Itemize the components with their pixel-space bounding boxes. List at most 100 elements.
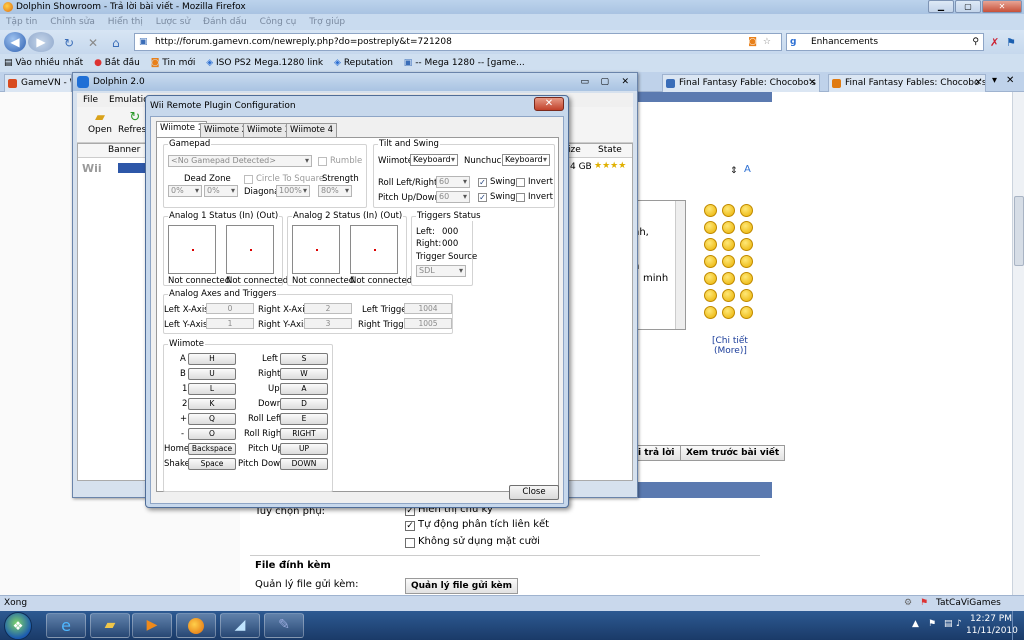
tray-volume-icon[interactable]: ♪ <box>956 619 962 629</box>
col-banner[interactable]: Banner <box>108 145 140 155</box>
smiley-icon[interactable] <box>722 238 735 251</box>
close-window-button[interactable]: ✕ <box>982 0 1022 13</box>
disable-smilies-checkbox[interactable] <box>405 538 415 548</box>
addon-icon[interactable]: ✗ <box>990 36 999 49</box>
addon2-icon[interactable]: ⚑ <box>1006 36 1016 49</box>
dolphin-close-button[interactable]: ✕ <box>621 73 629 91</box>
close-button[interactable]: Close <box>509 485 559 500</box>
bookmark-getting-started[interactable]: ● Bắt đầu <box>94 54 140 72</box>
smiley-icon[interactable] <box>740 289 753 302</box>
right-trigger-field[interactable]: 1005 <box>404 318 452 329</box>
smiley-icon[interactable] <box>740 204 753 217</box>
smiley-icon[interactable] <box>740 272 753 285</box>
key-1-button[interactable]: L <box>188 383 236 395</box>
bookmark-mega[interactable]: ▣ -- Mega 1280 -- [game... <box>404 54 525 72</box>
parse-links-checkbox[interactable]: ✓ <box>405 521 415 531</box>
tilt-wiimote-select[interactable]: Keyboard <box>410 154 458 166</box>
left-x-axis-field[interactable]: 0 <box>206 303 254 314</box>
rss-icon[interactable]: ◙ <box>748 34 757 50</box>
clock-time[interactable]: 12:27 PM <box>970 614 1012 624</box>
smiley-icon[interactable] <box>740 255 753 268</box>
tab-ff-fables-2[interactable]: Final Fantasy Fables: Chocobo's ... ✕ <box>828 74 986 92</box>
tab-ff-fable-1[interactable]: Final Fantasy Fable: Chocobo's ... ✕ <box>662 74 820 92</box>
key-up-button[interactable]: A <box>280 383 328 395</box>
key-a-button[interactable]: H <box>188 353 236 365</box>
pitch-swing-checkbox[interactable]: ✓ <box>478 193 487 202</box>
strength-select[interactable]: 80% <box>318 185 352 197</box>
bookmark-reputation[interactable]: ◈ Reputation <box>334 54 393 72</box>
back-button[interactable]: ◀ <box>4 32 26 52</box>
dolphin-maximize-button[interactable]: ▢ <box>600 73 609 91</box>
pitch-invert-checkbox[interactable] <box>516 193 525 202</box>
key-home-button[interactable]: Backspace <box>188 443 236 455</box>
start-button[interactable]: ❖ <box>4 612 32 640</box>
reload-icon[interactable]: ↻ <box>64 36 74 50</box>
submit-reply-button[interactable]: i trả lời <box>632 445 681 461</box>
smiley-icon[interactable] <box>722 289 735 302</box>
tab-wiimote-4[interactable]: Wiimote 4 <box>286 123 338 137</box>
rumble-checkbox[interactable] <box>318 157 327 166</box>
pitch-range-select[interactable]: 60 <box>436 191 470 203</box>
left-trigger-field[interactable]: 1004 <box>404 303 452 314</box>
more-smilies-link[interactable]: [Chi tiết <box>712 336 748 346</box>
diagonal-select[interactable]: 100% <box>276 185 310 197</box>
page-scrollbar[interactable] <box>1012 92 1024 595</box>
search-icon[interactable]: ⚲ <box>972 34 979 50</box>
preview-post-button[interactable]: Xem trước bài viết <box>680 445 786 461</box>
key-minus-button[interactable]: O <box>188 428 236 440</box>
smiley-icon[interactable] <box>722 255 735 268</box>
menu-view[interactable]: Hiển thị <box>108 17 143 27</box>
stop-icon[interactable]: ✕ <box>88 36 98 50</box>
key-right-button[interactable]: W <box>280 368 328 380</box>
smiley-icon[interactable] <box>740 306 753 319</box>
sort-icon[interactable]: ⇕ <box>730 166 738 176</box>
status-right-text[interactable]: TatCaViGames <box>936 596 1001 611</box>
roll-swing-checkbox[interactable]: ✓ <box>478 178 487 187</box>
textarea-scrollbar[interactable] <box>675 201 685 329</box>
bookmark-iso-ps2[interactable]: ◈ ISO PS2 Mega.1280 link <box>206 54 323 72</box>
right-x-axis-field[interactable]: 2 <box>304 303 352 314</box>
smiley-icon[interactable] <box>704 289 717 302</box>
menu-bookmarks[interactable]: Đánh dấu <box>203 17 247 27</box>
key-shake-button[interactable]: Space <box>188 458 236 470</box>
tray-flag-icon[interactable]: ⚑ <box>928 619 936 629</box>
home-icon[interactable]: ⌂ <box>112 36 120 50</box>
tilt-nunchuck-select[interactable]: Keyboard <box>502 154 550 166</box>
smiley-icon[interactable] <box>722 204 735 217</box>
key-2-button[interactable]: K <box>188 398 236 410</box>
maximize-button[interactable]: ▢ <box>955 0 981 13</box>
col-size[interactable]: ize <box>568 145 581 155</box>
menu-history[interactable]: Lược sử <box>156 17 190 27</box>
smiley-icon[interactable] <box>704 221 717 234</box>
tab-close-icon[interactable]: ✕ <box>808 75 816 92</box>
taskbar-firefox-icon[interactable] <box>176 613 216 638</box>
smiley-icon[interactable] <box>704 255 717 268</box>
menu-edit[interactable]: Chỉnh sửa <box>50 17 95 27</box>
key-pitch-down-button[interactable]: DOWN <box>280 458 328 470</box>
menu-tools[interactable]: Công cụ <box>260 17 297 27</box>
right-y-axis-field[interactable]: 3 <box>304 318 352 329</box>
dead-zone-left-select[interactable]: 0% <box>168 185 202 197</box>
clock-date[interactable]: 11/11/2010 <box>966 626 1018 636</box>
key-roll-right-button[interactable]: RIGHT <box>280 428 328 440</box>
wii-close-icon[interactable]: ✕ <box>534 97 564 111</box>
key-pitch-up-button[interactable]: UP <box>280 443 328 455</box>
smiley-icon[interactable] <box>704 238 717 251</box>
minimize-button[interactable]: ▁ <box>928 0 954 13</box>
manage-attachments-button[interactable]: Quản lý file gửi kèm <box>405 578 519 594</box>
menu-help[interactable]: Trợ giúp <box>309 17 345 27</box>
forward-button[interactable]: ▶ <box>28 32 54 52</box>
key-plus-button[interactable]: Q <box>188 413 236 425</box>
tab-close-all-icon[interactable]: ✕ <box>1006 75 1014 86</box>
gamepad-device-select[interactable]: <No Gamepad Detected> <box>168 155 312 167</box>
smiley-icon[interactable] <box>704 306 717 319</box>
bookmark-latest-news[interactable]: ◙ Tin mới <box>151 54 196 72</box>
taskbar-app-icon[interactable]: ✎ <box>264 613 304 638</box>
smiley-icon[interactable] <box>704 272 717 285</box>
taskbar-explorer-icon[interactable]: ▰ <box>90 613 130 638</box>
search-input[interactable]: g Enhancements ⚲ <box>786 33 984 51</box>
url-input[interactable]: ▣ http://forum.gamevn.com/newreply.php?d… <box>134 33 782 51</box>
menu-file[interactable]: Tập tin <box>6 17 37 27</box>
addon-status-icon[interactable]: ⚙ <box>904 596 912 611</box>
col-state[interactable]: State <box>598 145 622 155</box>
